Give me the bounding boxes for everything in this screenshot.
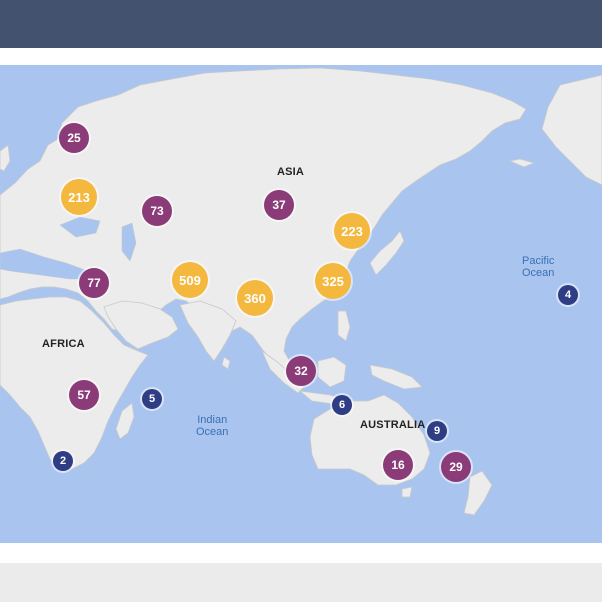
british-isles (0, 144, 11, 172)
cluster-count: 509 (179, 272, 201, 288)
cluster-marker-madagascar[interactable]: 5 (142, 389, 162, 409)
region-label-australia: AUSTRALIA (360, 419, 426, 431)
sri-lanka-island (221, 356, 231, 370)
cluster-count: 73 (150, 204, 164, 218)
cluster-count: 2 (59, 455, 67, 467)
cluster-marker-mongolia[interactable]: 37 (264, 190, 294, 220)
alaska-landmass (541, 74, 602, 186)
cluster-count: 57 (77, 388, 91, 402)
cluster-marker-timor[interactable]: 6 (332, 395, 352, 415)
ocean-label-indian-line2: Ocean (196, 426, 229, 438)
cluster-marker-kazakhstan[interactable]: 73 (142, 196, 172, 226)
aleutian-islands (508, 158, 536, 168)
new-guinea-island (369, 364, 423, 390)
cluster-marker-indonesia[interactable]: 32 (286, 356, 316, 386)
cluster-marker-egypt[interactable]: 77 (79, 268, 109, 298)
cluster-marker-taiwan[interactable]: 325 (315, 263, 351, 299)
ocean-label-indian-line1: Indian (197, 414, 228, 426)
cluster-marker-bangladesh[interactable]: 360 (237, 280, 273, 316)
ocean-label-pacific-line1: Pacific (522, 255, 555, 267)
cluster-marker-ukraine[interactable]: 213 (61, 179, 97, 215)
ocean-label-pacific-line2: Ocean (522, 267, 555, 279)
cluster-count: 223 (341, 223, 363, 239)
cluster-count: 77 (87, 276, 101, 290)
cluster-count: 32 (294, 364, 308, 378)
region-label-africa: AFRICA (42, 338, 85, 350)
cluster-marker-pacific[interactable]: 4 (558, 285, 578, 305)
cluster-count: 360 (244, 290, 266, 306)
cluster-marker-korea[interactable]: 223 (334, 213, 370, 249)
philippines-islands (337, 310, 351, 342)
cluster-count: 25 (67, 131, 81, 145)
japan-islands (369, 230, 405, 276)
cluster-marker-mozambique[interactable]: 57 (69, 380, 99, 410)
australia-landmass (309, 394, 431, 486)
cluster-marker-new-zealand[interactable]: 29 (441, 452, 471, 482)
cluster-count: 4 (564, 289, 572, 301)
cluster-count: 9 (433, 425, 441, 437)
cluster-marker-south-africa[interactable]: 2 (53, 451, 73, 471)
map-view[interactable]: ASIA AFRICA AUSTRALIA Pacific Ocean Indi… (0, 65, 602, 543)
ocean-label-indian: Indian Ocean (196, 414, 228, 438)
cluster-count: 325 (322, 273, 344, 289)
madagascar-island (115, 402, 135, 440)
cluster-marker-pakistan[interactable]: 509 (172, 262, 208, 298)
cluster-marker-victoria[interactable]: 16 (383, 450, 413, 480)
tasmania-island (401, 486, 413, 498)
ocean-label-pacific: Pacific Ocean (522, 255, 554, 279)
cluster-count: 16 (391, 458, 405, 472)
region-label-asia: ASIA (277, 166, 305, 178)
cluster-marker-scandinavia[interactable]: 25 (59, 123, 89, 153)
cluster-count: 213 (68, 189, 90, 205)
cluster-count: 6 (338, 399, 346, 411)
map-basemap (0, 67, 602, 516)
cluster-count: 37 (272, 198, 286, 212)
cluster-count: 5 (148, 393, 156, 405)
cluster-count: 29 (449, 460, 463, 474)
footer-bar (0, 563, 602, 602)
header-bar (0, 0, 602, 48)
cluster-marker-queensland[interactable]: 9 (427, 421, 447, 441)
new-zealand-islands (463, 470, 493, 516)
borneo-island (317, 356, 347, 388)
